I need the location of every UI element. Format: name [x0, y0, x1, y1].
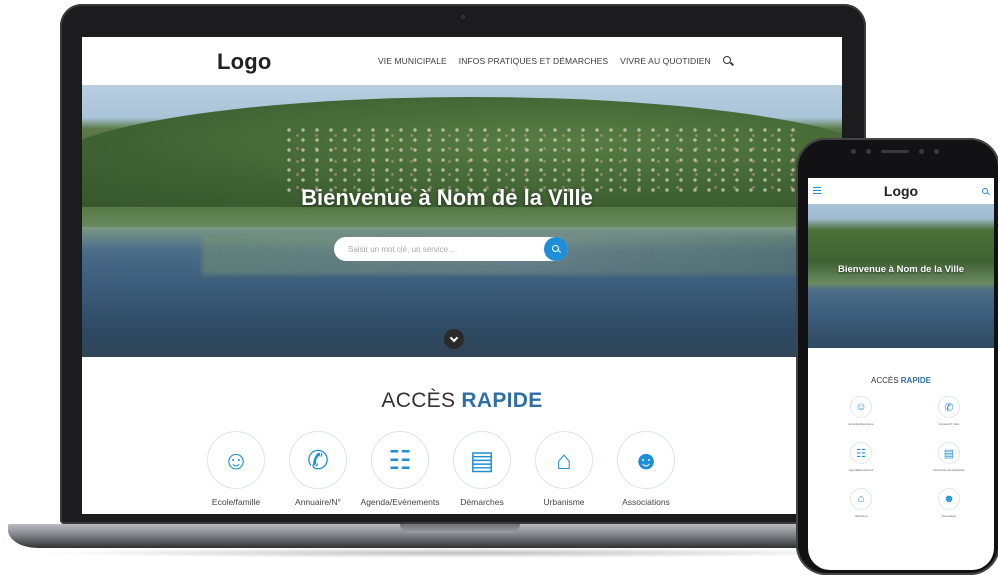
mobile-logo[interactable]: Logo [808, 183, 994, 199]
nav-item-vie-municipale[interactable]: VIE MUNICIPALE [378, 56, 447, 66]
quick-item-label: Associations [622, 497, 670, 507]
mobile-quick-access-title-accent: RAPIDE [900, 376, 932, 385]
quick-item-ecole-famille[interactable]: ☺ Ecole/famille [194, 431, 278, 507]
quick-item-annuaire[interactable]: ✆ Annuaire/N° [276, 431, 360, 507]
laptop-camera [460, 14, 466, 20]
quick-access-list: ☺ Ecole/famille ✆ Annuaire/N° ☷ Agenda/E… [207, 431, 734, 511]
clipboard-icon: ▤ [938, 442, 960, 464]
quick-access-title-accent: RAPIDE [461, 389, 543, 412]
site-header: Logo VIE MUNICIPALE INFOS PRATIQUES ET D… [82, 37, 842, 85]
search-icon[interactable] [722, 56, 733, 66]
calendar-icon: ☷ [371, 431, 429, 489]
quick-item-label: Ecole/famille [211, 497, 261, 507]
quick-item-label: Urbanisme [543, 497, 585, 507]
main-nav: VIE MUNICIPALE INFOS PRATIQUES ET DÉMARC… [378, 56, 733, 66]
quick-item-agenda[interactable]: ☷ Agenda/Evénements [358, 431, 442, 507]
mobile-header: Logo [808, 178, 994, 204]
people-icon: ☻ [938, 488, 960, 510]
chevron-down-icon [449, 333, 459, 342]
quick-access-title-main: ACCÈS [381, 389, 456, 412]
laptop-shadow [30, 548, 890, 558]
scroll-down-button[interactable] [444, 329, 464, 349]
mobile-website: Logo Bienvenue à Nom de la Ville ACCÈS R… [808, 178, 994, 570]
mobile-quick-item-label: Agenda/Evénements [848, 469, 874, 472]
hero-banner: Bienvenue à Nom de la Ville [82, 85, 842, 357]
mobile-quick-item-label: Annuaire/N° utiles [938, 423, 960, 426]
quick-access-title: ACCÈS RAPIDE [82, 389, 842, 413]
mobile-quick-access-title-main: ACCÈS [870, 376, 899, 385]
mobile-quick-item-label: Démarches administratives [933, 469, 965, 472]
search-icon[interactable] [982, 188, 989, 195]
people-icon: ☻ [617, 431, 675, 489]
nav-item-vivre-au-quotidien[interactable]: VIVRE AU QUOTIDIEN [620, 56, 711, 66]
mobile-quick-item-annuaire[interactable]: ✆ Annuaire/N° utiles [914, 396, 984, 426]
family-icon: ☺ [850, 396, 872, 418]
mobile-quick-item-associations[interactable]: ☻ Associations [914, 488, 984, 518]
mobile-quick-item-demarches[interactable]: ▤ Démarches administratives [914, 442, 984, 472]
mobile-quick-access-title: ACCÈS RAPIDE [808, 376, 994, 385]
mobile-quick-item-urbanisme[interactable]: ⌂ Urbanisme [826, 488, 896, 518]
quick-item-label: Agenda/Evénements [360, 497, 440, 507]
mobile-quick-item-label: Ecole/famille/enfance [848, 423, 874, 426]
phone-sensors [851, 148, 941, 154]
search-icon [551, 244, 561, 254]
mobile-quick-item-label: Associations [941, 515, 957, 518]
quick-item-urbanisme[interactable]: ⌂ Urbanisme [522, 431, 606, 507]
nav-item-infos-pratiques[interactable]: INFOS PRATIQUES ET DÉMARCHES [459, 56, 608, 66]
quick-item-associations[interactable]: ☻ Associations [604, 431, 688, 507]
family-icon: ☺ [207, 431, 265, 489]
mobile-quick-item-ecole[interactable]: ☺ Ecole/famille/enfance [826, 396, 896, 426]
laptop-trackpad-notch [400, 524, 520, 533]
house-plan-icon: ⌂ [535, 431, 593, 489]
mobile-quick-item-label: Urbanisme [854, 515, 868, 518]
phone-icon: ✆ [938, 396, 960, 418]
quick-item-demarches[interactable]: ▤ Démarches [440, 431, 524, 507]
quick-item-label: Démarches [460, 497, 504, 507]
phone-icon: ✆ [289, 431, 347, 489]
hero-search-input[interactable] [334, 237, 568, 261]
mobile-hero-title: Bienvenue à Nom de la Ville [837, 264, 964, 275]
site-logo[interactable]: Logo [217, 49, 272, 75]
quick-item-label: Annuaire/N° [295, 497, 341, 507]
mobile-quick-item-agenda[interactable]: ☷ Agenda/Evénements [826, 442, 896, 472]
clipboard-icon: ▤ [453, 431, 511, 489]
house-plan-icon: ⌂ [850, 488, 872, 510]
calendar-icon: ☷ [850, 442, 872, 464]
hero-search-button[interactable] [544, 237, 568, 261]
mobile-hero-banner: Bienvenue à Nom de la Ville [808, 204, 994, 348]
hero-title: Bienvenue à Nom de la Ville [301, 185, 593, 210]
desktop-website: Logo VIE MUNICIPALE INFOS PRATIQUES ET D… [82, 37, 842, 514]
